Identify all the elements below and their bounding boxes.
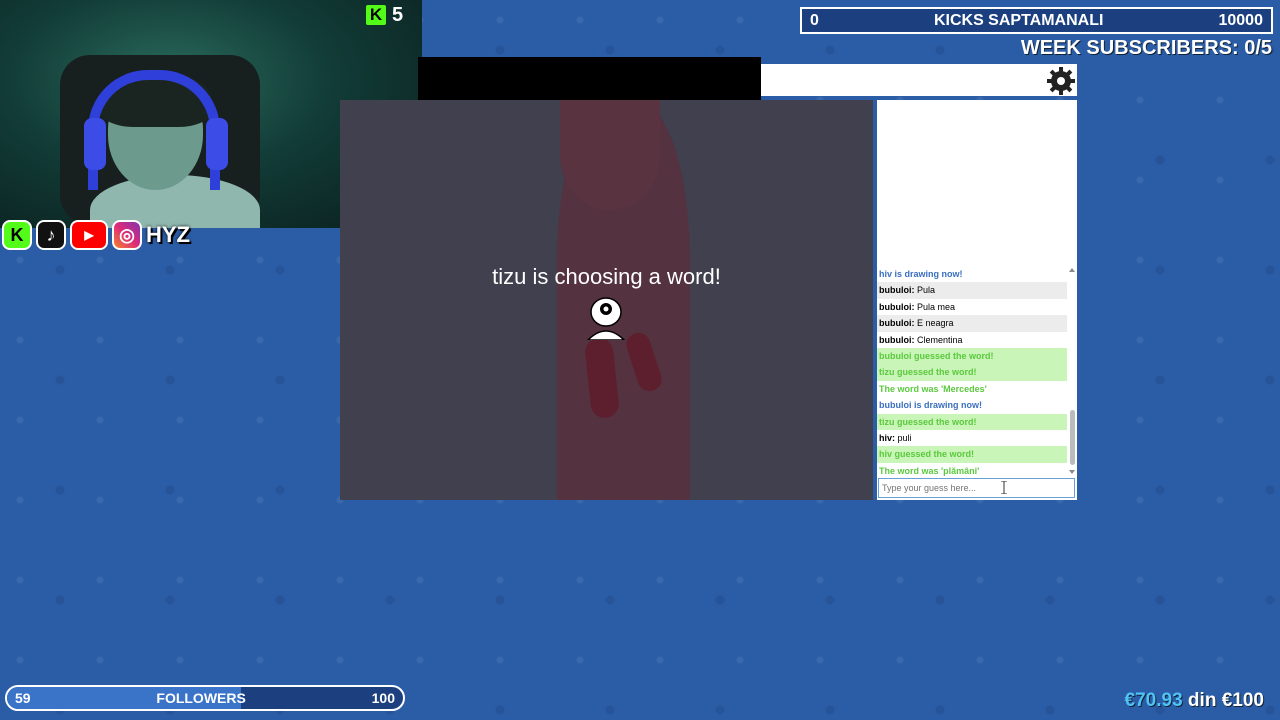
chat-message-text: puli (895, 432, 912, 443)
followers-label: FOLLOWERS (156, 690, 246, 706)
social-links: K ♪ ▶ ◎ HYZ (2, 220, 190, 250)
chat-username: hiv: (879, 432, 896, 443)
followers-goal: 100 (371, 690, 395, 706)
chat-username: bubuloi: (879, 301, 915, 312)
kicks-label: KICKS SAPTAMANALI (933, 11, 1104, 29)
donation-goal-amount: €100 (1221, 690, 1264, 711)
followers-current: 59 (15, 690, 31, 706)
kick-logo-icon: K (366, 5, 386, 25)
chat-message-text: hiv guessed the word! (879, 449, 975, 460)
text-cursor-icon (1001, 481, 1007, 494)
kick-count: 5 (392, 3, 404, 26)
donation-goal: €70.93 din €100 (1125, 690, 1264, 712)
tiktok-icon: ♪ (36, 220, 66, 250)
chat-message: tizu guessed the word! (877, 364, 1067, 381)
youtube-icon: ▶ (70, 220, 108, 250)
chat-message-text: tizu guessed the word! (879, 416, 977, 427)
chat-message: tizu guessed the word! (877, 413, 1067, 430)
chat-message: hiv: puli (877, 430, 1067, 446)
chat-message: bubuloi: Clementina (877, 332, 1067, 348)
week-subscribers: WEEK SUBSCRIBERS: 0/5 (1020, 37, 1272, 59)
donation-separator: din (1182, 690, 1222, 711)
channel-handle: HYZ (146, 222, 190, 247)
drawn-shape-head (560, 100, 660, 210)
chat-username: bubuloi: (879, 285, 915, 296)
settings-gear-icon[interactable] (1046, 66, 1076, 96)
status-text: tizu is choosing a word! (492, 264, 721, 289)
chat-message: The word was 'plămâni' (877, 462, 1067, 480)
headset-earcup-left (84, 118, 106, 170)
kicks-goal-bar: 0 KICKS SAPTAMANALI 10000 (800, 7, 1273, 34)
chat-message: bubuloi: Pula (877, 282, 1067, 299)
chat-message: The word was 'Mercedes' (877, 380, 1067, 398)
drawing-canvas[interactable]: tizu is choosing a word! (340, 100, 873, 500)
chat-message-text: tizu guessed the word! (879, 367, 977, 378)
headset-earcup-right (206, 118, 228, 170)
chat-username: bubuloi: (879, 334, 915, 345)
word-hint-bar (761, 64, 1077, 96)
chat-message: bubuloi: E neagra (877, 315, 1067, 332)
kick-icon: K (2, 220, 32, 250)
chat-message-text: bubuloi is drawing now! (879, 400, 982, 411)
chat-message-text: The word was 'plămâni' (879, 465, 980, 476)
chat-message-text: E neagra (914, 318, 954, 329)
chat-message-text: Pula mea (914, 301, 956, 312)
kick-viewer-badge: K 5 (366, 3, 403, 27)
donation-amount: €70.93 (1124, 690, 1183, 711)
chat-message-text: The word was 'Mercedes' (879, 383, 987, 394)
chat-panel: hiv is drawing now! bubuloi: Pula bubuloi:… (877, 100, 1077, 500)
chat-message-text: bubuloi guessed the word! (879, 350, 994, 361)
headset (88, 70, 220, 190)
kicks-current: 0 (810, 11, 819, 29)
chat-username: bubuloi: (879, 318, 915, 329)
chat-message: bubuloi: Pula mea (877, 299, 1067, 315)
chat-message: bubuloi guessed the word! (877, 347, 1067, 365)
chat-message-list: hiv is drawing now! bubuloi: Pula bubuloi:… (877, 266, 1067, 480)
chat-message-text: Pula (914, 285, 936, 296)
kicks-goal: 10000 (1218, 11, 1263, 29)
chat-message: hiv guessed the word! (877, 446, 1067, 463)
overlay-black-bar (418, 57, 761, 103)
chat-message-text: hiv is drawing now! (879, 269, 963, 279)
chat-message: bubuloi is drawing now! (877, 397, 1067, 413)
followers-goal-bar: 59 FOLLOWERS 100 (5, 685, 405, 711)
chat-message-text: Clementina (914, 334, 963, 345)
chat-scrollbar-thumb[interactable] (1070, 410, 1075, 465)
guess-input[interactable] (878, 478, 1075, 498)
player-avatar-icon (586, 297, 626, 340)
chat-message: hiv is drawing now! (877, 266, 1067, 282)
instagram-icon: ◎ (112, 220, 142, 250)
